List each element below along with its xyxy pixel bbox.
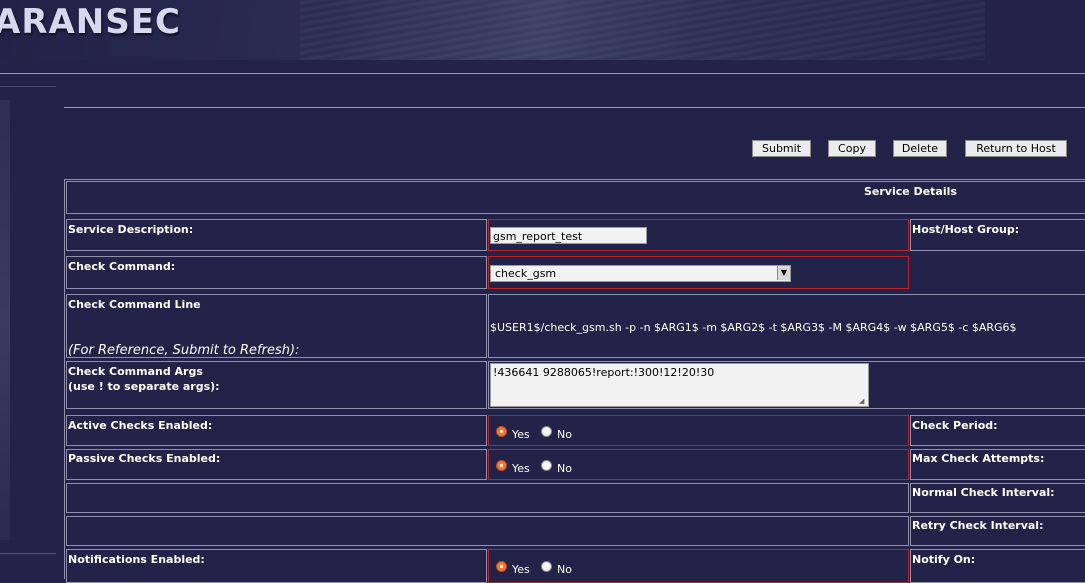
service-description-input[interactable]: gsm_report_test [490, 227, 647, 244]
check-period-label: Check Period: [912, 419, 998, 432]
check-command-args-label: Check Command Args [68, 365, 203, 378]
header-decoration [300, 0, 985, 60]
return-to-host-button[interactable]: Return to Host [965, 140, 1067, 157]
sidebar-divider [0, 86, 56, 87]
check-command-args-hint: (use ! to separate args): [68, 380, 220, 393]
check-command-select[interactable]: check_gsm ▼ [490, 265, 791, 282]
section-title: Service Details [864, 185, 957, 198]
content-divider [64, 107, 1085, 108]
submit-button[interactable]: Submit [752, 140, 811, 157]
passive-checks-yes-radio[interactable] [496, 460, 507, 471]
check-command-args-textarea[interactable]: !436641 9288065!report:!300!12!20!30 ◢ [490, 363, 869, 407]
copy-button[interactable]: Copy [828, 140, 876, 157]
check-command-args-value: !436641 9288065!report:!300!12!20!30 [493, 366, 715, 379]
notifications-no-label: No [557, 563, 572, 576]
normal-check-interval-label: Normal Check Interval: [912, 486, 1055, 499]
sidebar-bottom-divider [0, 553, 56, 554]
check-command-selected: check_gsm [495, 267, 557, 280]
notifications-label: Notifications Enabled: [68, 553, 205, 566]
check-command-line-note: (For Reference, Submit to Refresh): [68, 343, 300, 358]
active-checks-label: Active Checks Enabled: [68, 419, 213, 432]
sidebar-decoration [0, 100, 10, 540]
active-checks-yes-radio[interactable] [496, 426, 507, 437]
service-description-label: Service Description: [68, 223, 194, 236]
empty-row-cell [66, 483, 909, 513]
empty-row-cell [66, 516, 909, 546]
check-command-line-label: Check Command Line [68, 298, 201, 311]
notifications-yes-label: Yes [512, 563, 530, 576]
chevron-down-icon[interactable]: ▼ [777, 266, 790, 280]
active-checks-yes-label: Yes [512, 428, 530, 441]
active-checks-no-radio[interactable] [541, 426, 552, 437]
delete-button[interactable]: Delete [893, 140, 947, 157]
retry-check-interval-label: Retry Check Interval: [912, 519, 1044, 532]
header-banner: ARANSEC [0, 0, 985, 60]
notify-on-label: Notify On: [912, 553, 976, 566]
active-checks-no-label: No [557, 428, 572, 441]
passive-checks-yes-label: Yes [512, 462, 530, 475]
check-command-label: Check Command: [68, 260, 176, 273]
header-divider [0, 73, 1085, 74]
host-group-label: Host/Host Group: [912, 223, 1020, 236]
resize-handle-icon[interactable]: ◢ [859, 397, 867, 405]
passive-checks-no-label: No [557, 462, 572, 475]
passive-checks-no-radio[interactable] [541, 460, 552, 471]
check-command-line-value: $USER1$/check_gsm.sh -p -n $ARG1$ -m $AR… [490, 321, 1017, 334]
notifications-yes-radio[interactable] [496, 561, 507, 572]
notifications-no-radio[interactable] [541, 561, 552, 572]
max-check-attempts-label: Max Check Attempts: [912, 452, 1045, 465]
passive-checks-label: Passive Checks Enabled: [68, 452, 221, 465]
logo: ARANSEC [0, 2, 181, 42]
